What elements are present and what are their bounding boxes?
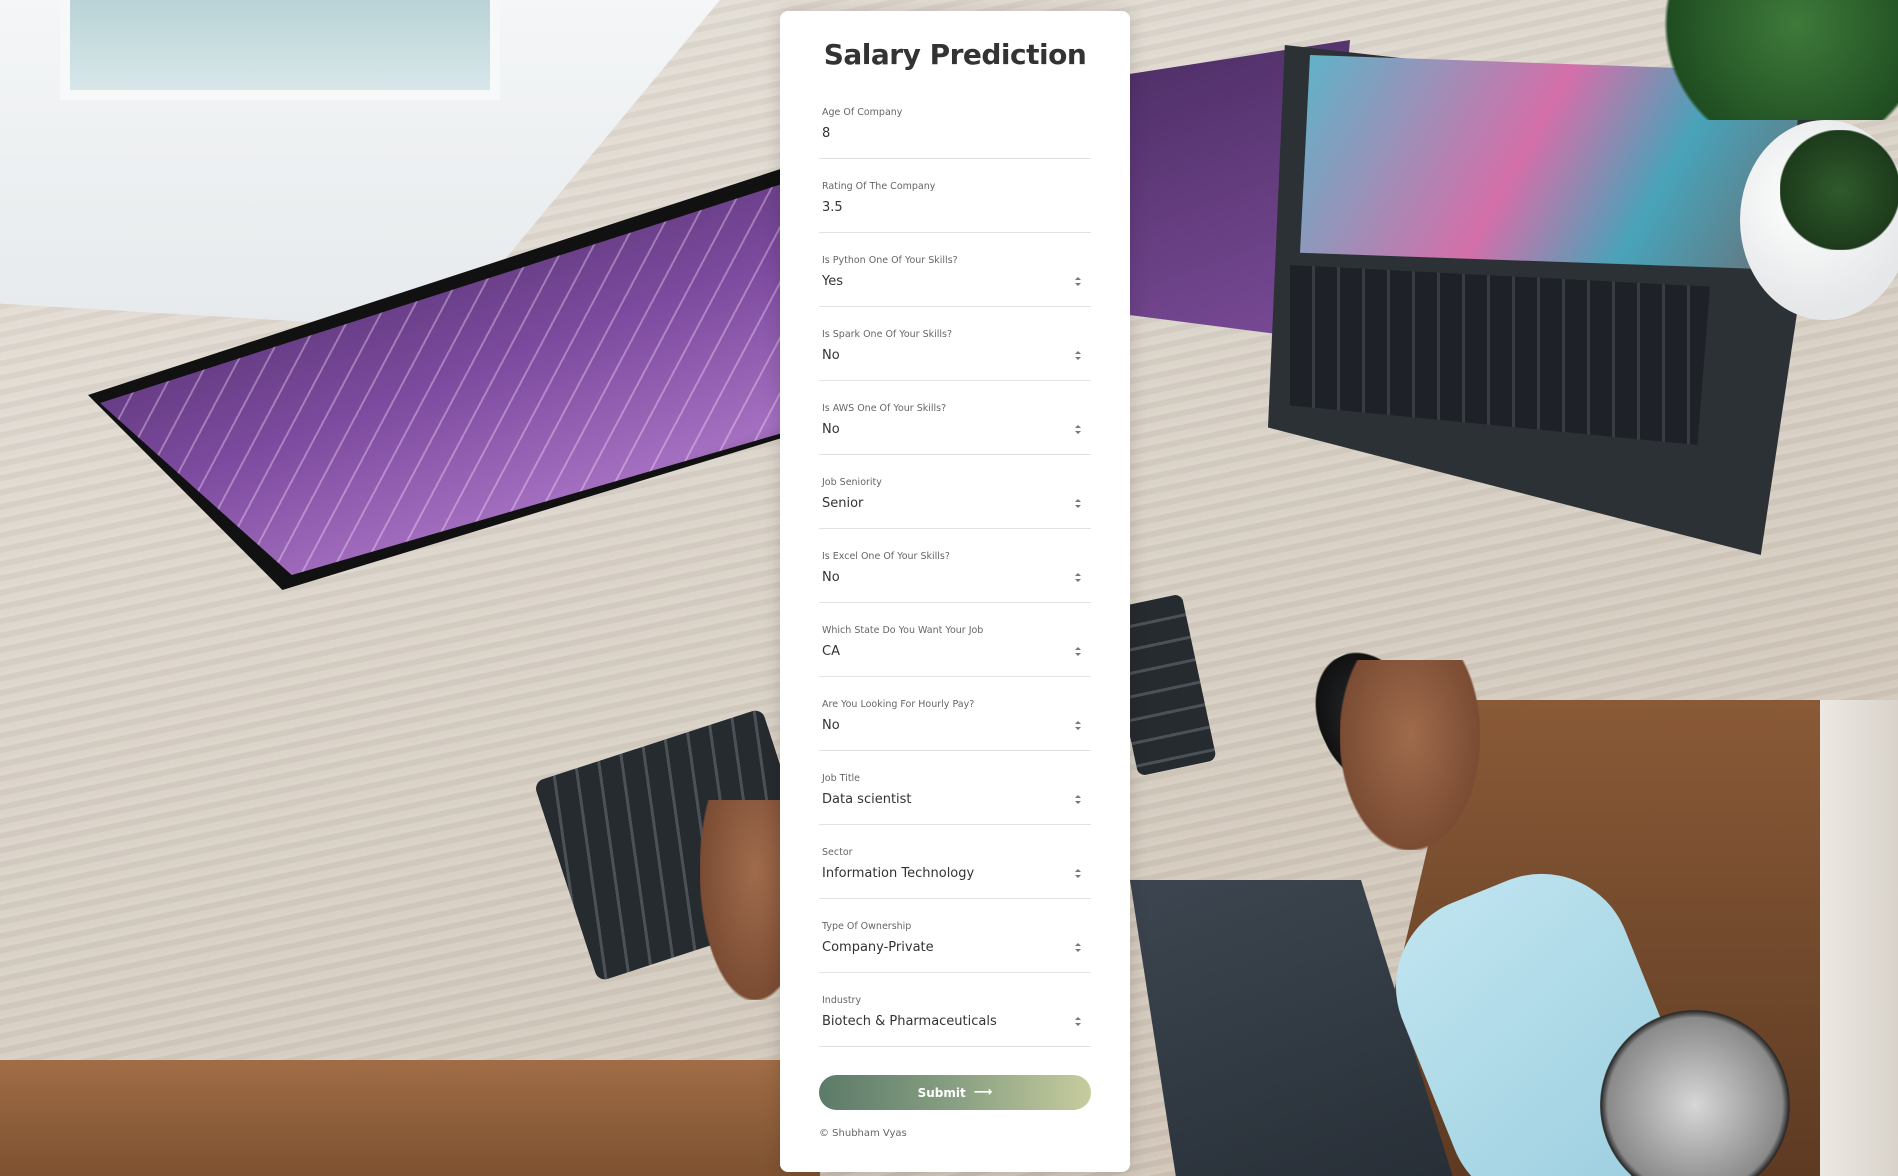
select-value: No <box>822 718 840 733</box>
field-label: Sector <box>822 847 853 858</box>
hourly-pay-select[interactable]: Are You Looking For Hourly Pay? No <box>819 677 1091 751</box>
sort-arrows-icon <box>1075 573 1081 583</box>
python-skill-select[interactable]: Is Python One Of Your Skills? Yes <box>819 233 1091 307</box>
age-of-company-input[interactable]: 8 <box>822 126 830 141</box>
field-label: Is Spark One Of Your Skills? <box>822 329 953 340</box>
select-value: Biotech & Pharmaceuticals <box>822 1014 997 1029</box>
sort-arrows-icon <box>1075 943 1081 953</box>
field-label: Is Excel One Of Your Skills? <box>822 551 950 562</box>
select-value: Information Technology <box>822 866 975 881</box>
select-value: Company-Private <box>822 940 934 955</box>
field-label: Is AWS One Of Your Skills? <box>822 403 947 414</box>
sort-arrows-icon <box>1075 721 1081 731</box>
sort-arrows-icon <box>1075 869 1081 879</box>
plant <box>1640 0 1898 120</box>
submit-label: Submit <box>917 1085 966 1100</box>
spark-skill-select[interactable]: Is Spark One Of Your Skills? No <box>819 307 1091 381</box>
select-value: No <box>822 422 840 437</box>
wall-edge <box>1820 700 1898 1176</box>
aws-skill-select[interactable]: Is AWS One Of Your Skills? No <box>819 381 1091 455</box>
submit-button[interactable]: Submit ⟶ <box>819 1075 1091 1110</box>
arrow-right-icon: ⟶ <box>973 1085 993 1100</box>
field-label: Age Of Company <box>822 107 903 118</box>
field-label: Rating Of The Company <box>822 181 936 192</box>
company-rating-input[interactable]: 3.5 <box>822 200 843 215</box>
field-label: Job Title <box>822 773 861 784</box>
excel-skill-select[interactable]: Is Excel One Of Your Skills? No <box>819 529 1091 603</box>
ownership-type-select[interactable]: Type Of Ownership Company-Private <box>819 899 1091 973</box>
field-label: Is Python One Of Your Skills? <box>822 255 958 266</box>
select-value: CA <box>822 644 840 659</box>
floor-left <box>0 1060 820 1176</box>
sort-arrows-icon <box>1075 647 1081 657</box>
company-rating-field[interactable]: Rating Of The Company 3.5 <box>819 159 1091 233</box>
job-title-select[interactable]: Job Title Data scientist <box>819 751 1091 825</box>
select-value: Yes <box>822 274 843 289</box>
field-label: Which State Do You Want Your Job <box>822 625 984 636</box>
sort-arrows-icon <box>1075 795 1081 805</box>
select-value: No <box>822 348 840 363</box>
succulent <box>1780 130 1898 250</box>
footer-credit: © Shubham Vyas <box>819 1128 907 1139</box>
sort-arrows-icon <box>1075 277 1081 287</box>
sort-arrows-icon <box>1075 499 1081 509</box>
age-of-company-field[interactable]: Age Of Company 8 <box>819 85 1091 159</box>
field-label: Industry <box>822 995 862 1006</box>
page-title: Salary Prediction <box>823 38 1087 71</box>
right-hand <box>1340 660 1480 850</box>
select-value: Senior <box>822 496 864 511</box>
form-fields: Age Of Company 8 Rating Of The Company 3… <box>819 85 1091 1047</box>
job-state-select[interactable]: Which State Do You Want Your Job CA <box>819 603 1091 677</box>
field-label: Job Seniority <box>822 477 882 488</box>
sort-arrows-icon <box>1075 351 1081 361</box>
field-label: Type Of Ownership <box>822 921 912 932</box>
industry-select[interactable]: Industry Biotech & Pharmaceuticals <box>819 973 1091 1047</box>
sort-arrows-icon <box>1075 1017 1081 1027</box>
window-glass <box>60 0 500 100</box>
select-value: No <box>822 570 840 585</box>
select-value: Data scientist <box>822 792 912 807</box>
salary-form-card: Salary Prediction Age Of Company 8 Ratin… <box>780 11 1130 1172</box>
field-label: Are You Looking For Hourly Pay? <box>822 699 975 710</box>
job-seniority-select[interactable]: Job Seniority Senior <box>819 455 1091 529</box>
sort-arrows-icon <box>1075 425 1081 435</box>
sector-select[interactable]: Sector Information Technology <box>819 825 1091 899</box>
